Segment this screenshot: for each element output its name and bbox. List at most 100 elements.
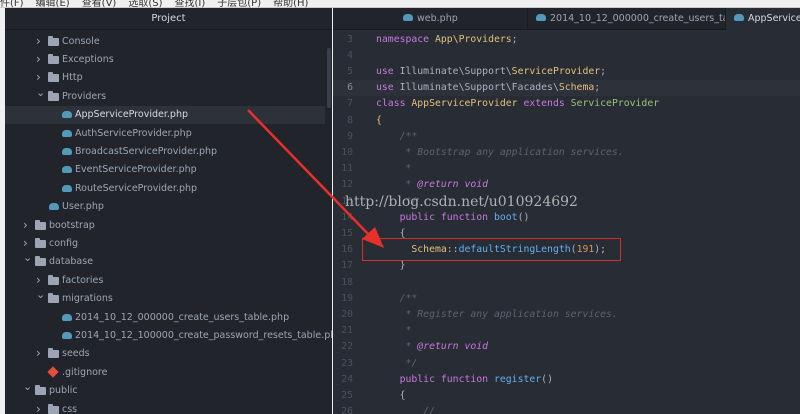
chevron-right-icon[interactable]: › <box>36 400 41 414</box>
tab-label: AppServiceProvider.php <box>748 13 800 24</box>
code-token: function <box>440 211 494 223</box>
line-number: 15 <box>341 227 353 239</box>
tree-item[interactable]: 2014_10_12_100000_create_password_resets… <box>5 327 332 345</box>
tab-0[interactable]: web.php <box>333 8 528 30</box>
chevron-right-icon[interactable]: › <box>36 32 41 50</box>
line-content: use Illuminate\Support\ServiceProvider; <box>376 64 606 80</box>
tree-item-label: User.php <box>62 201 104 213</box>
tree-item[interactable]: › css <box>5 401 325 414</box>
line-number: 8 <box>347 114 353 126</box>
code-token: void <box>458 341 489 353</box>
git-icon <box>47 366 59 378</box>
code-token: AppServiceProvider <box>411 98 524 110</box>
code-line: 23 */ <box>333 356 800 372</box>
chevron-down-icon[interactable]: ⌄ <box>36 286 45 304</box>
tree-item-label: 2014_10_12_100000_create_password_resets… <box>75 329 332 341</box>
tab-label: web.php <box>417 13 458 24</box>
tree-item[interactable]: › seeds <box>5 345 325 363</box>
tree-item[interactable]: RouteServiceProvider.php <box>5 180 325 198</box>
chevron-down-icon[interactable]: ⌄ <box>36 84 45 102</box>
code-token: Illuminate\Support\Facades\ <box>399 82 559 94</box>
highlight-box <box>362 238 621 261</box>
code-line: 19 /** <box>333 291 800 307</box>
php-file-icon <box>62 147 72 155</box>
code-line: 6 use Illuminate\Support\Facades\Schema; <box>333 80 800 97</box>
tree-item[interactable]: User.php <box>5 198 325 216</box>
code-editor[interactable]: web.php 2014_10_12_000000_create_users_t a… <box>333 8 800 414</box>
code-token: Illuminate\Support\ <box>399 65 512 77</box>
tree-item[interactable]: AppServiceProvider.php <box>5 106 325 125</box>
code-token: * <box>376 163 412 175</box>
tree-item[interactable]: AuthServiceProvider.php <box>5 125 325 143</box>
code-token: * <box>376 341 418 353</box>
tree-item[interactable]: ⌄ database <box>5 251 325 271</box>
tree-item[interactable]: ⌄ migrations <box>5 288 325 308</box>
chevron-right-icon[interactable]: › <box>23 216 28 234</box>
tree-scrollbar[interactable] <box>327 48 331 108</box>
code-token: public <box>376 211 441 223</box>
panel-title: Project <box>5 8 332 30</box>
tree-item[interactable]: › bootstrap <box>5 217 325 235</box>
php-file-icon <box>62 331 72 339</box>
php-file-icon <box>62 313 72 321</box>
tree-item-label: css <box>62 403 78 414</box>
chevron-right-icon[interactable]: › <box>36 344 41 362</box>
tree-item[interactable]: EventServiceProvider.php <box>5 161 325 179</box>
code-token: @return <box>417 179 459 191</box>
menu-bar: 件(F) 编辑(E) 查看(V) 选取(S) 查找(I) 子层包(P) 帮助(H) <box>0 0 800 9</box>
code-token: () <box>517 211 530 223</box>
line-content: use Illuminate\Support\Facades\Schema; <box>376 80 600 96</box>
tree-item-label: 2014_10_12_000000_create_users_table.php <box>75 311 290 323</box>
line-number: 7 <box>347 98 353 110</box>
tree-item[interactable]: › config <box>5 235 325 253</box>
tree-item[interactable]: 2014_10_12_000000_create_users_table.php <box>5 309 325 327</box>
tree-item[interactable]: ⌄ Providers <box>5 86 325 106</box>
tree-item-label: factories <box>62 274 104 286</box>
code-line: 4 <box>333 48 800 64</box>
chevron-down-icon[interactable]: ⌄ <box>23 249 32 267</box>
line-content: * Register any application services. <box>376 307 617 323</box>
tree-item-label: config <box>49 237 79 249</box>
tree-item[interactable]: › Exceptions <box>5 51 325 69</box>
code-token: register <box>493 373 542 385</box>
folder-icon <box>48 348 59 359</box>
line-number: 17 <box>341 260 353 272</box>
tree-item[interactable]: › factories <box>5 272 325 290</box>
tree-item-label: Console <box>62 35 100 47</box>
line-content: { <box>376 388 406 404</box>
tab-1[interactable]: 2014_10_12_000000_create_users_table... <box>528 8 726 30</box>
tree-item[interactable]: ⌄ public <box>5 380 325 400</box>
code-line: 5 use Illuminate\Support\ServiceProvider; <box>333 64 800 80</box>
php-file-icon <box>62 184 72 192</box>
chevron-right-icon[interactable]: › <box>36 50 41 68</box>
code-line: 14 public function boot() <box>333 210 800 226</box>
code-line: 22 * @return void <box>333 339 800 355</box>
line-number: 25 <box>341 389 353 401</box>
code-line: 25 { <box>333 388 800 404</box>
php-file-icon <box>536 14 546 21</box>
code-line: 21 * <box>333 323 800 339</box>
tree-item-label: .gitignore <box>62 366 108 378</box>
tree-item[interactable]: › Http <box>5 69 325 87</box>
tree-item[interactable]: BroadcastServiceProvider.php <box>5 143 325 161</box>
folder-icon <box>48 274 59 285</box>
tree-item[interactable]: .gitignore <box>5 364 325 382</box>
tab-2[interactable]: AppServiceProvider.php <box>726 8 800 30</box>
line-number: 24 <box>341 373 353 385</box>
line-number: 19 <box>341 292 353 304</box>
line-content: * <box>376 323 411 339</box>
tree-item-label: BroadcastServiceProvider.php <box>75 145 218 157</box>
tree-item-label: Providers <box>62 90 107 102</box>
line-content: public function register() <box>376 372 553 388</box>
line-content: * @return void <box>376 339 488 355</box>
code-line: 24 public function register() <box>333 372 800 388</box>
tree-item[interactable]: › Console <box>5 33 325 51</box>
code-line: 7 class AppServiceProvider extends Servic… <box>333 96 800 112</box>
code-token: public <box>376 373 441 385</box>
line-content: class AppServiceProvider extends Service… <box>376 96 659 112</box>
line-content: */ <box>376 356 417 372</box>
line-content: * Bootstrap any application services. <box>376 145 623 161</box>
code-token: } <box>376 260 406 272</box>
chevron-down-icon[interactable]: ⌄ <box>23 378 32 396</box>
code-token: */ <box>376 357 418 369</box>
